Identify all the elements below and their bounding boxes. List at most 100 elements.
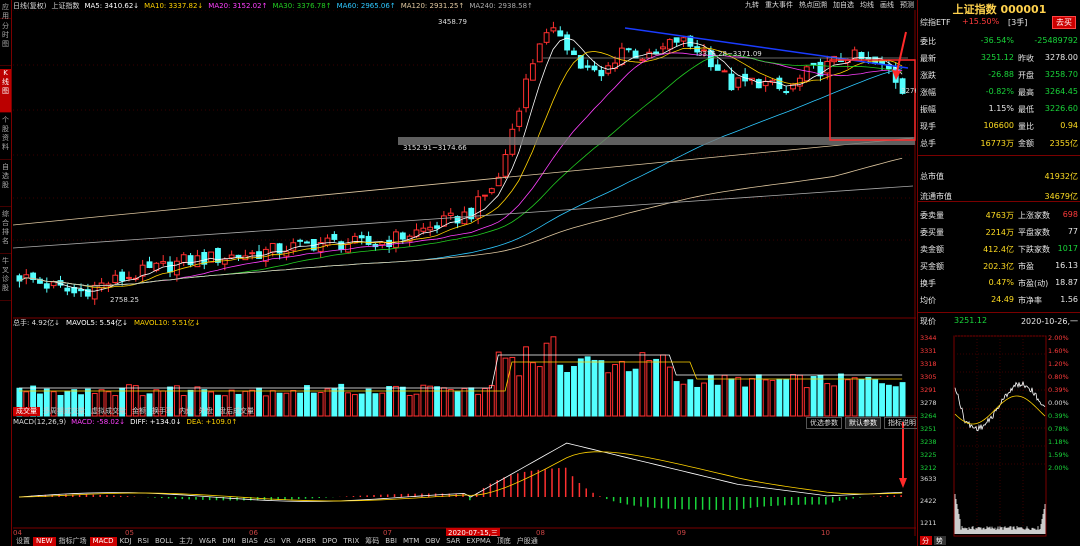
indicator-tab-3[interactable]: MACD	[89, 537, 117, 546]
volume-bar	[803, 387, 810, 417]
quote-label2-1: 昨收	[1018, 54, 1034, 63]
quote-label-3: 涨幅	[920, 88, 936, 97]
macd-histogram	[24, 467, 902, 511]
volume-bar	[454, 391, 461, 417]
mini-axis-left-10: 3212	[920, 464, 937, 472]
indicator-tab-11[interactable]: ASI	[261, 537, 278, 546]
toolbar-button-6[interactable]: 预测	[900, 1, 914, 9]
volume-bar	[584, 356, 591, 417]
indicator-tab-14[interactable]: DPO	[319, 537, 340, 546]
left-tab-1[interactable]: 分时图	[0, 22, 11, 66]
indicator-tab-17[interactable]: BBI	[382, 537, 400, 546]
volume-bar	[687, 379, 694, 417]
indicator-tab-2[interactable]: 指标广场	[56, 537, 90, 546]
ma-legend: 日线(复权) 上证指数 MA5: 3410.62↓ MA10: 3337.82↓ MA2…	[13, 1, 538, 10]
indicator-tab-22[interactable]: 顶底	[494, 537, 514, 546]
volume-bar	[694, 386, 701, 417]
toolbar-button-1[interactable]: 重大事件	[765, 1, 793, 9]
volume-bar	[475, 393, 482, 417]
etf-row: 综指ETF +15.50% [3手] 去买	[920, 16, 1078, 33]
indicator-tab-18[interactable]: MTM	[400, 537, 422, 546]
indicator-tab-20[interactable]: SAR	[443, 537, 463, 546]
buy-button[interactable]: 去买	[1052, 16, 1076, 29]
left-tab-2[interactable]: K线图	[0, 69, 11, 113]
indicator-tab-19[interactable]: OBV	[422, 537, 443, 546]
indicator-tab-5[interactable]: RSI	[135, 537, 152, 546]
vol-tab-7[interactable]: 盘后成交量	[216, 407, 257, 416]
volume-bar	[817, 374, 824, 417]
quote-label-4: 振幅	[920, 105, 936, 114]
macd-param-btn-0[interactable]: 优选参数	[806, 417, 842, 429]
candle-body	[625, 48, 632, 51]
quote-value2-0: -25489792	[1034, 36, 1078, 45]
mini-axis-left-11: 3633	[920, 475, 937, 483]
quote2-row-2: 卖金额 412.4亿 下跌家数 1017	[920, 244, 1078, 260]
toolbar-button-5[interactable]: 画线	[880, 1, 894, 9]
volume-bar	[324, 388, 331, 417]
toolbar-button-3[interactable]: 加自选	[833, 1, 854, 9]
vol-tab-1[interactable]: 多周期成交量	[40, 407, 88, 416]
mini-axis-left-4: 3291	[920, 386, 937, 394]
marketcap-row-1: 流通市值 34679亿	[920, 191, 1078, 207]
left-tab-4[interactable]: 自选股	[0, 163, 11, 207]
candle-body	[78, 289, 84, 292]
indicator-tab-6[interactable]: BOLL	[152, 537, 176, 546]
vol-tab-4[interactable]: 换手率	[149, 407, 176, 416]
indicator-tab-9[interactable]: DMI	[219, 537, 239, 546]
quote2-label-3: 买金额	[920, 262, 944, 271]
left-tab-3[interactable]: 个股资料	[0, 116, 11, 160]
candle-body	[543, 32, 550, 43]
macd-param-btn-2[interactable]: 指标说明	[884, 417, 920, 429]
indicator-tab-13[interactable]: ARBR	[294, 537, 319, 546]
volume-bar	[796, 374, 803, 417]
toolbar-button-0[interactable]: 九转	[745, 1, 759, 9]
left-tab-5[interactable]: 综合排名	[0, 210, 11, 254]
vol-tab-5[interactable]: 内盘	[176, 407, 196, 416]
left-tab-0[interactable]: 应用	[0, 3, 11, 20]
indicator-tab-10[interactable]: BIAS	[239, 537, 261, 546]
toolbar-button-4[interactable]: 均线	[860, 1, 874, 9]
intraday-mini-chart[interactable]: 3344 3331 3318 3305 3291 3278 3264 3251 3238 3225…	[918, 334, 1080, 546]
mini-tab-1[interactable]: 势	[936, 536, 943, 545]
macd-param-btn-1[interactable]: 默认参数	[845, 417, 881, 429]
ma-line-60	[18, 68, 903, 287]
quote2-value-4: 0.47%	[988, 278, 1014, 287]
vol-tab-2[interactable]: 虚拟成交量	[88, 407, 129, 416]
vol-tab-0[interactable]: 成交量	[13, 407, 40, 416]
legend-item-1: 上证指数	[51, 2, 80, 10]
indicator-tab-21[interactable]: EXPMA	[463, 537, 493, 546]
volume-bar	[283, 392, 290, 417]
vol-tab-6[interactable]: 外盘	[196, 407, 216, 416]
vol-tab-3[interactable]: 金额	[129, 407, 149, 416]
indicator-tab-12[interactable]: VR	[278, 537, 294, 546]
volume-bar	[399, 386, 406, 417]
indicator-tab-4[interactable]: KDJ	[117, 537, 135, 546]
candle-body	[529, 63, 536, 81]
annotation-gap: 3152.91~3174.66	[403, 144, 467, 152]
volume-bar	[529, 362, 536, 417]
volume-bar	[707, 375, 714, 417]
candle-body	[502, 154, 509, 177]
indicator-tab-0[interactable]: 设置	[13, 537, 33, 546]
indicator-tab-16[interactable]: 筹码	[362, 537, 382, 546]
indicator-tab-8[interactable]: W&R	[196, 537, 219, 546]
candle-body	[434, 225, 440, 229]
indicator-tab-23[interactable]: 户股通	[514, 537, 541, 546]
volume-bar	[742, 386, 749, 417]
candle-body	[536, 43, 543, 63]
kline-chart[interactable]: 349833873276316530532942284628323458.793…	[13, 10, 916, 546]
candle-body	[160, 261, 167, 264]
candle-body	[173, 260, 180, 276]
candle-body	[516, 110, 523, 127]
indicator-tab-7[interactable]: 主力	[176, 537, 196, 546]
volume-bar	[482, 387, 488, 417]
toolbar-button-2[interactable]: 热点回溯	[799, 1, 827, 9]
indicator-tab-1[interactable]: NEW	[33, 537, 56, 546]
legend-item-2: MA5: 3410.62↓	[84, 2, 140, 10]
vol-legend-1: MAVOL5: 5.54亿↓	[66, 319, 128, 327]
indicator-tab-15[interactable]: TRIX	[340, 537, 362, 546]
candle-body	[139, 264, 146, 277]
volume-bar	[865, 376, 872, 417]
mini-tab-0[interactable]: 分	[922, 536, 929, 545]
left-tab-6[interactable]: 牛叉诊股	[0, 257, 11, 301]
